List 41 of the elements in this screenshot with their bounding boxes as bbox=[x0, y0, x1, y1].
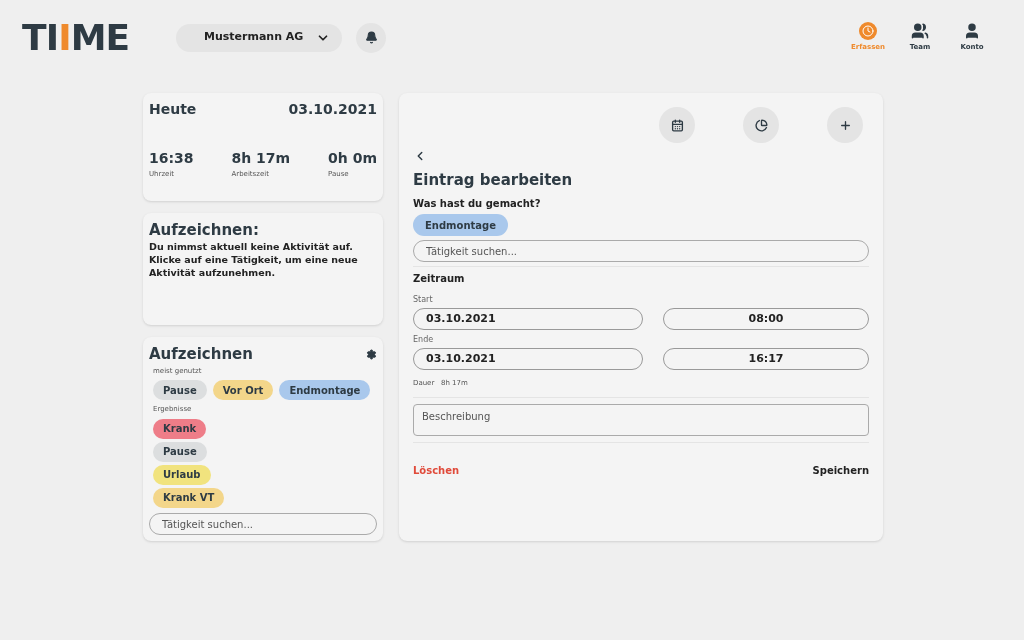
user-icon bbox=[963, 22, 981, 41]
status-text: Du nimmst aktuell keine Aktivität auf. Klicke auf eine Tätigkeit, um eine neue Aktivität aufzunehmen. bbox=[149, 239, 359, 279]
logo-letters: TI bbox=[22, 16, 59, 58]
delete-button[interactable]: Löschen bbox=[413, 462, 460, 478]
clock-icon bbox=[859, 22, 877, 41]
activity-chip[interactable]: Pause bbox=[153, 380, 207, 400]
logo-letters: I bbox=[58, 16, 71, 58]
description-field[interactable]: Beschreibung bbox=[413, 403, 869, 436]
card-title: Aufzeichnen bbox=[149, 344, 253, 365]
activity-chip[interactable]: Pause bbox=[153, 441, 207, 462]
activity-chip[interactable]: Krank VT bbox=[153, 487, 225, 508]
stat-value: 16:38 bbox=[149, 149, 194, 168]
stat-value: 8h 17m bbox=[231, 149, 291, 168]
toolbar-button[interactable] bbox=[659, 107, 695, 143]
selected-activity-chip[interactable]: Endmontage bbox=[413, 214, 508, 236]
search-field[interactable]: Tätigkeit suchen... bbox=[149, 513, 377, 535]
settings-icon bbox=[366, 348, 377, 360]
bell-icon bbox=[364, 31, 378, 44]
company-select[interactable]: Mustermann AG bbox=[176, 23, 342, 52]
notification-button[interactable] bbox=[356, 22, 386, 53]
calendar-icon bbox=[670, 118, 684, 132]
activity-chip[interactable]: Krank bbox=[153, 418, 207, 439]
field-label: Start bbox=[413, 294, 434, 306]
team-icon bbox=[911, 22, 929, 41]
field-label: Ende bbox=[413, 334, 435, 346]
date-text: 03.10.2021 bbox=[288, 100, 377, 119]
question-label: Was hast du gemacht? bbox=[413, 196, 542, 211]
activity-chip[interactable]: Vor Ort bbox=[212, 380, 274, 400]
pie-chart-icon bbox=[754, 118, 768, 132]
card-title: Aufzeichnen: bbox=[149, 221, 260, 240]
card-title: Heute bbox=[149, 100, 197, 119]
toolbar-button[interactable] bbox=[743, 107, 779, 143]
plus-icon bbox=[838, 118, 852, 132]
editor-title: Eintrag bearbeiten bbox=[413, 170, 574, 191]
activity-chip[interactable]: Endmontage bbox=[279, 380, 371, 400]
section-label: Zeitraum bbox=[413, 272, 466, 286]
activity-chip[interactable]: Urlaub bbox=[153, 464, 211, 485]
search-field[interactable]: Tätigkeit suchen... bbox=[413, 240, 869, 262]
stat-value: 0h 0m bbox=[328, 149, 377, 168]
save-button[interactable]: Speichern bbox=[812, 462, 869, 478]
logo-letters: ME bbox=[70, 16, 130, 58]
